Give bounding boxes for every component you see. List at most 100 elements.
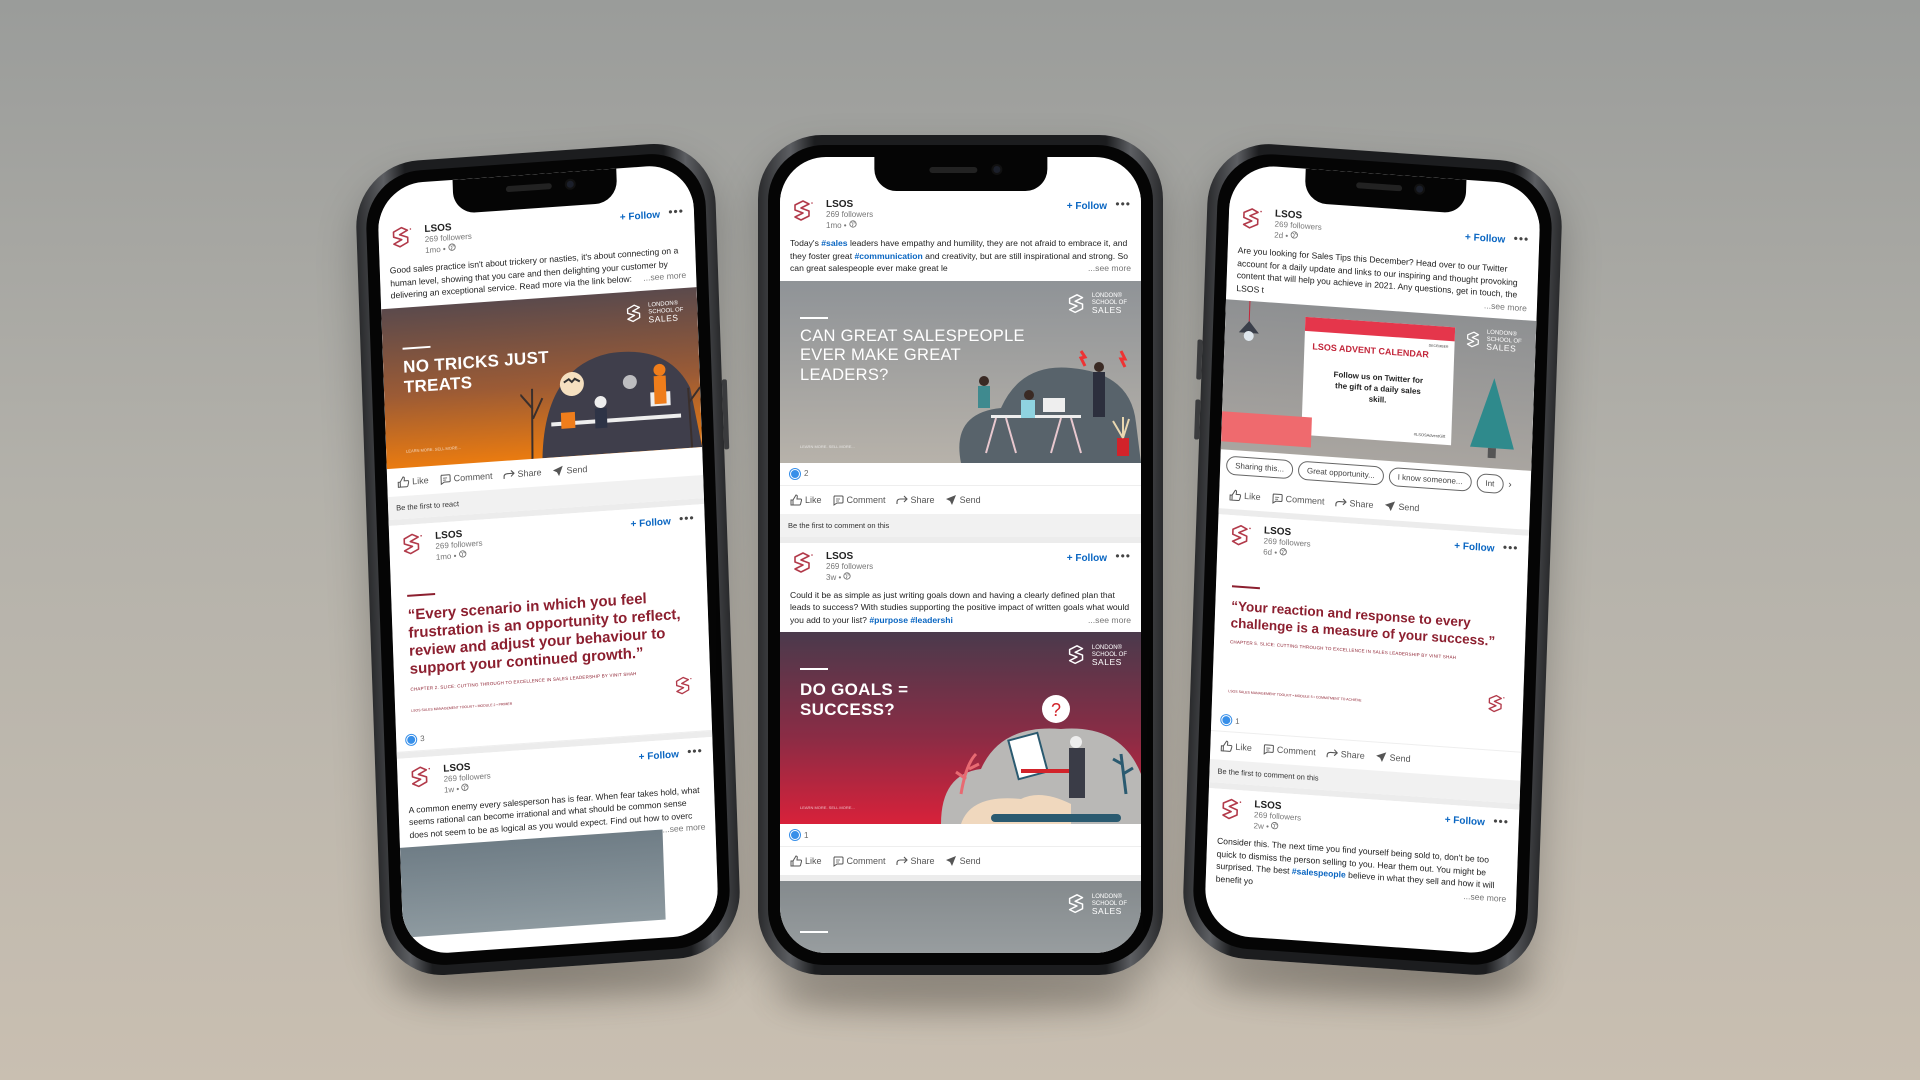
chevron-right-icon[interactable]: › <box>1508 479 1512 490</box>
svg-text:?: ? <box>1051 700 1061 720</box>
lsos-logo-icon[interactable] <box>790 551 816 577</box>
see-more-link[interactable]: ...see more <box>1088 262 1131 275</box>
more-options-icon[interactable]: ••• <box>679 510 695 525</box>
lsos-logo-icon[interactable] <box>388 225 415 253</box>
like-button[interactable]: Like <box>1229 489 1261 503</box>
more-options-icon[interactable]: ••• <box>1115 197 1131 211</box>
quote-image[interactable]: “Every scenario in which you feel frustr… <box>390 547 711 729</box>
follow-button[interactable]: + Follow <box>638 749 679 763</box>
post-text: Today's #sales leaders have empathy and … <box>790 238 1131 275</box>
hashtag-link[interactable]: #sales <box>821 238 847 248</box>
share-button[interactable]: Share <box>502 466 542 481</box>
send-button[interactable]: Send <box>1383 500 1420 515</box>
quote-image[interactable]: “Your reaction and response to every cha… <box>1212 558 1528 730</box>
lsos-logo-icon[interactable] <box>399 531 426 559</box>
comment-button[interactable]: Comment <box>832 494 886 506</box>
author-name[interactable]: LSOS <box>826 199 873 210</box>
post-time: 2d • <box>1274 230 1289 241</box>
follow-button[interactable]: + Follow <box>1067 553 1107 564</box>
more-options-icon[interactable]: ••• <box>1513 231 1529 246</box>
post-time: 6d • <box>1263 547 1278 558</box>
lsos-logo-icon[interactable] <box>1227 523 1254 551</box>
follow-button[interactable]: + Follow <box>630 516 671 530</box>
more-options-icon[interactable]: ••• <box>1493 814 1509 829</box>
post-image-halloween[interactable]: LONDON® SCHOOL OF SALES NO TRICKS JUST TRE… <box>381 286 703 469</box>
suggested-comment-chip[interactable]: I know someone... <box>1388 466 1472 492</box>
post-image-advent[interactable]: LONDON® SCHOOL OF SALES DECEMBER LSOS ADVE… <box>1220 299 1537 471</box>
send-button[interactable]: Send <box>945 855 981 867</box>
suggested-comment-chip[interactable]: Int <box>1476 473 1504 494</box>
send-button[interactable]: Send <box>945 494 981 506</box>
send-button[interactable]: Send <box>551 463 588 478</box>
more-options-icon[interactable]: ••• <box>687 743 703 758</box>
reaction-count[interactable]: 1 <box>780 824 1141 847</box>
more-options-icon[interactable]: ••• <box>1115 549 1131 563</box>
suggested-comment-chip[interactable]: Great opportunity... <box>1297 460 1385 486</box>
post-image[interactable]: LONDON® SCHOOL OF SALES <box>780 881 1141 953</box>
follow-button[interactable]: + Follow <box>620 210 661 224</box>
phone-left: LSOS 269 followers 1mo • + Follow ••• Go… <box>354 139 742 980</box>
see-more-link[interactable]: ...see more <box>1484 299 1527 314</box>
follow-button[interactable]: + Follow <box>1465 232 1506 246</box>
send-button[interactable]: Send <box>1374 751 1411 766</box>
post-time: 3w • <box>826 572 842 582</box>
camera-icon <box>1414 183 1426 196</box>
globe-icon <box>458 549 466 558</box>
phone-screen: LSOS 269 followers 2d • + Follow ••• Are… <box>1203 163 1542 956</box>
post-text: Could it be as simple as just writing go… <box>790 589 1131 627</box>
hashtag-link[interactable]: #salespeople <box>1292 866 1346 880</box>
comment-button[interactable]: Comment <box>1262 743 1316 759</box>
share-button[interactable]: Share <box>896 494 935 506</box>
see-more-link[interactable]: ...see more <box>662 821 705 836</box>
send-icon <box>945 494 957 506</box>
lsos-logo-icon[interactable] <box>1218 797 1245 825</box>
reception-desk <box>1221 411 1312 448</box>
suggested-comment-chip[interactable]: Sharing this... <box>1225 455 1294 480</box>
goals-illustration: ? <box>941 695 1141 824</box>
feed-post: LSOS 269 followers 6d • + Follow ••• “Yo… <box>1208 514 1529 810</box>
feed-post: LSOS 269 followers 1mo • + Follow ••• “E… <box>388 503 713 759</box>
comment-button[interactable]: Comment <box>438 469 493 485</box>
like-button[interactable]: Like <box>397 474 429 488</box>
linkedin-feed[interactable]: LSOS 269 followers 1mo • + Follow ••• To… <box>780 191 1141 953</box>
lsos-logo-icon[interactable] <box>1238 206 1265 234</box>
author-name[interactable]: LSOS <box>826 551 873 562</box>
more-options-icon[interactable]: ••• <box>668 204 684 219</box>
like-button[interactable]: Like <box>790 494 822 506</box>
follow-button[interactable]: + Follow <box>1067 201 1107 212</box>
share-button[interactable]: Share <box>896 855 935 867</box>
like-button[interactable]: Like <box>790 855 822 867</box>
more-options-icon[interactable]: ••• <box>1503 540 1519 555</box>
share-button[interactable]: Share <box>1334 496 1374 511</box>
hashtag-link[interactable]: #purpose #leadershi <box>869 615 953 625</box>
camera-icon <box>991 164 1003 175</box>
reaction-count[interactable]: 2 <box>780 463 1141 486</box>
lsos-logo-icon[interactable] <box>407 764 434 792</box>
office-illustration <box>959 349 1141 463</box>
lsos-wordmark: LONDON® SCHOOL OF SALES <box>1463 328 1522 355</box>
see-more-link[interactable]: ...see more <box>643 269 686 284</box>
globe-icon <box>461 782 469 791</box>
post-image-goals[interactable]: LONDON® SCHOOL OF SALES DO GOALS = SUCCESS… <box>780 632 1141 824</box>
follow-button[interactable]: + Follow <box>1444 815 1485 829</box>
follow-button[interactable]: + Follow <box>1454 541 1495 555</box>
see-more-link[interactable]: ...see more <box>1463 889 1506 904</box>
christmas-tree-icon <box>1469 378 1514 459</box>
comment-icon <box>438 472 450 485</box>
lsos-logo-icon <box>1065 893 1089 917</box>
share-button[interactable]: Share <box>1326 747 1365 762</box>
post-image-leaders[interactable]: LONDON® SCHOOL OF SALES CAN GREAT SALESPEO… <box>780 280 1141 463</box>
lsos-logo-icon[interactable] <box>790 199 816 225</box>
post-time: 1w • <box>443 784 460 795</box>
hashtag-link[interactable]: #communication <box>855 251 923 261</box>
linkedin-feed[interactable]: LSOS 269 followers 2d • + Follow ••• Are… <box>1204 197 1540 955</box>
see-more-link[interactable]: ...see more <box>1088 614 1131 627</box>
comment-button[interactable]: Comment <box>832 855 886 867</box>
like-button[interactable]: Like <box>1220 740 1252 754</box>
advent-calendar: DECEMBER LSOS ADVENT CALENDAR Follow us … <box>1301 316 1456 446</box>
comment-icon <box>832 494 844 506</box>
post-image[interactable] <box>399 829 666 938</box>
calendar-title: LSOS ADVENT CALENDAR <box>1312 341 1430 360</box>
linkedin-feed[interactable]: LSOS 269 followers 1mo • + Follow ••• Go… <box>378 197 719 956</box>
comment-button[interactable]: Comment <box>1270 492 1325 508</box>
